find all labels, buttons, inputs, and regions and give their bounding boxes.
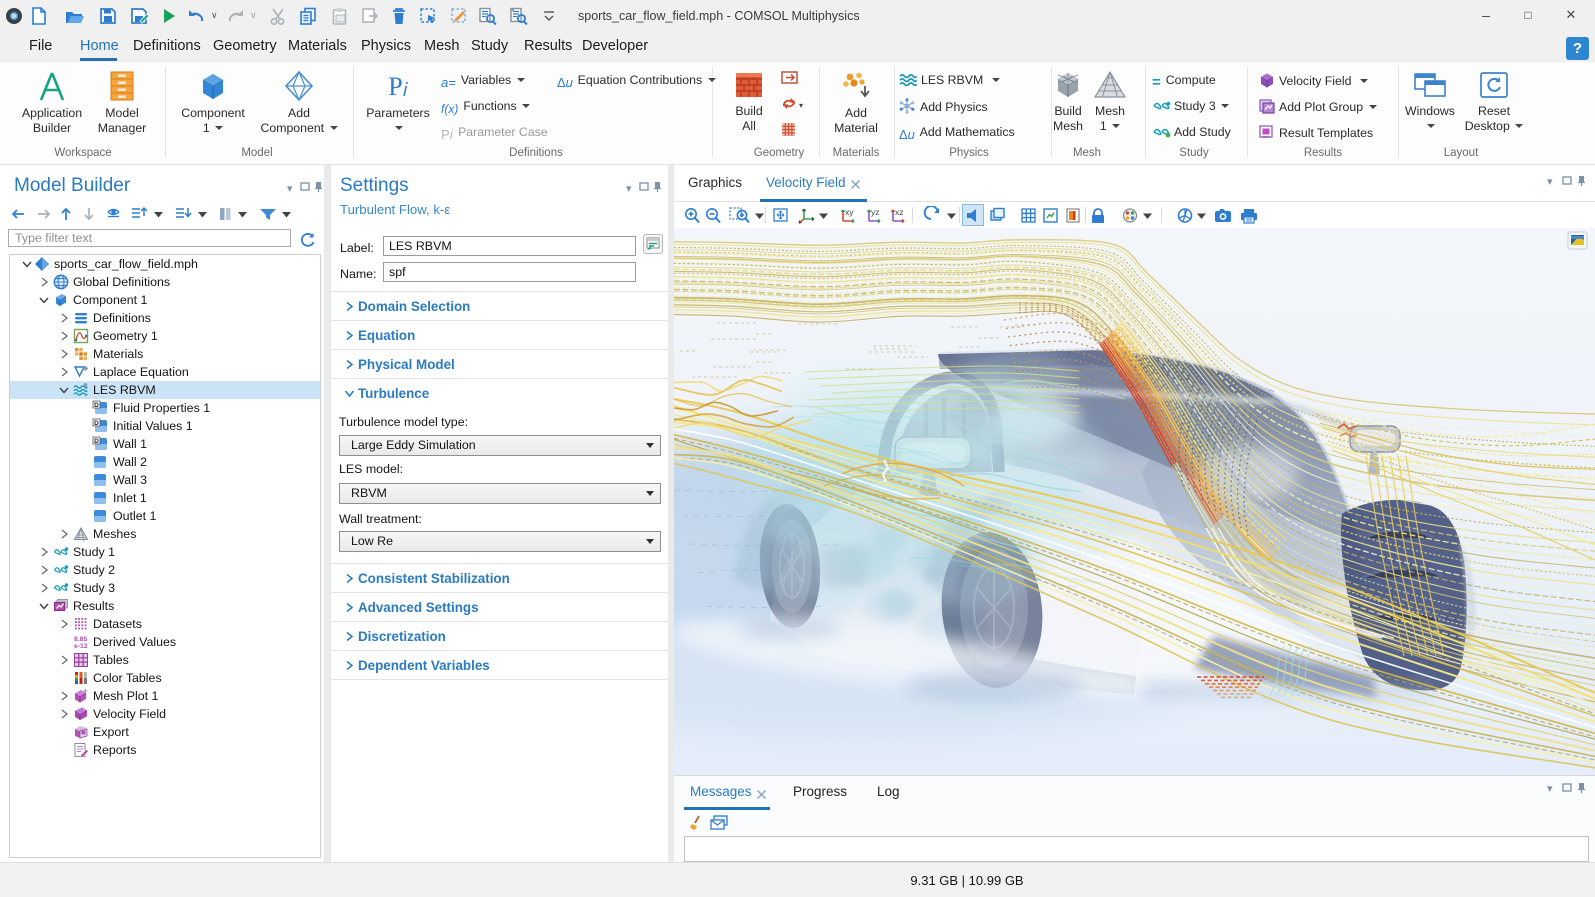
svg-text:D: D xyxy=(94,402,99,409)
svg-text:D: D xyxy=(94,438,99,445)
svg-text:e-12: e-12 xyxy=(74,643,88,650)
svg-text:D: D xyxy=(94,420,99,427)
svg-text:P𝑖: P𝑖 xyxy=(388,72,408,101)
svg-text:8.85: 8.85 xyxy=(74,636,87,643)
svg-text:yz: yz xyxy=(871,207,880,217)
svg-text:xz: xz xyxy=(895,207,904,217)
svg-text:xy: xy xyxy=(845,207,854,217)
